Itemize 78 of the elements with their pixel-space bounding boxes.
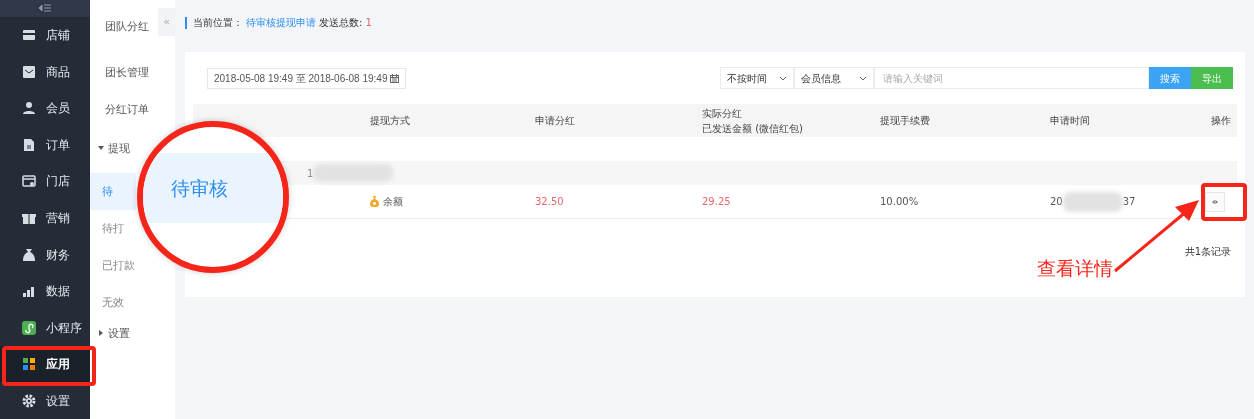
submenu-item[interactable]: 团长管理 (105, 62, 149, 82)
bar-chart-icon (22, 284, 36, 299)
table-cell-text: 32.50 (535, 195, 565, 209)
column-header: 申请分红 (535, 114, 576, 128)
select-value: 不按时间 (727, 71, 767, 86)
panel-title: 团队分红 (105, 19, 149, 34)
submenu-group-label: 提现 (108, 141, 130, 156)
sidebar-item[interactable]: 店铺 (0, 17, 90, 54)
table-cell-text: 10.00% (880, 195, 920, 209)
sidebar-item[interactable]: 财务 (0, 236, 90, 273)
sidebar-item[interactable]: 门店 (0, 163, 90, 200)
column-header: 提现手续费 (880, 114, 931, 128)
sidebar-label: 营销 (46, 210, 70, 227)
date-range-field[interactable]: 2018-05-08 19:49 至 2018-06-08 19:49 (207, 67, 407, 89)
chevron-down-icon (859, 75, 867, 81)
settings-icon (22, 393, 36, 408)
sidebar-label: 商品 (46, 63, 70, 81)
apps-icon (22, 357, 36, 372)
date-range-text: 2018-05-08 19:49 至 2018-06-08 19:49 (214, 71, 388, 86)
submenu-item[interactable]: 分红订单 (105, 99, 149, 119)
sidebar-item[interactable]: 设置 (0, 382, 90, 419)
send-count-label: 发送总数: (319, 17, 363, 29)
column-header: 实际分红 已发送金额 (微信红包) (702, 106, 804, 136)
gift-icon (22, 211, 36, 225)
eye-icon (1212, 198, 1218, 205)
record-count: 共1条记录 (1184, 245, 1231, 259)
table-cell-text: 余额 (383, 195, 403, 209)
sidebar-item[interactable]: 小程序 (0, 309, 90, 346)
mini-program-icon (22, 320, 36, 335)
column-header: 提现方式 (370, 114, 411, 128)
caret-down-icon (98, 145, 104, 151)
picture-icon (22, 64, 36, 79)
sidebar-item[interactable]: 营销 (0, 199, 90, 237)
highlight-frame (1201, 183, 1247, 221)
sidebar-label: 门店 (46, 173, 70, 191)
collapse-menu-icon[interactable] (39, 4, 51, 13)
sidebar-label: 设置 (46, 392, 70, 410)
sidebar-label: 数据 (46, 283, 70, 301)
sidebar-label: 财务 (46, 246, 70, 264)
breadcrumb-label: 当前位置： (193, 17, 243, 29)
document-icon (22, 137, 36, 152)
select-field[interactable]: 会员信息 (794, 67, 874, 89)
chevron-down-icon (779, 75, 787, 81)
keyword-field[interactable]: 请输入关键词 (874, 67, 1149, 89)
column-header: 申请时间 (1050, 114, 1091, 128)
sidebar-label: 订单 (46, 136, 70, 154)
table-cell-text: 29.25 (702, 195, 732, 209)
sidebar-item[interactable]: 数据 (0, 272, 90, 310)
group-label: 1 (307, 166, 314, 181)
submenu-group[interactable]: 提现 (98, 136, 130, 160)
submenu-group[interactable]: 设置 (98, 321, 130, 345)
money-bag-icon (370, 196, 379, 207)
user-icon (22, 101, 36, 116)
money-bag-icon (22, 247, 36, 262)
sidebar-label: 应用 (46, 356, 70, 374)
column-header: 操作 (1210, 114, 1232, 128)
sidebar-item[interactable]: 商品 (0, 53, 90, 91)
shop-icon (22, 174, 36, 189)
sidebar-label: 会员 (46, 100, 70, 118)
callout-label: 查看详情 (1037, 256, 1113, 281)
sidebar-label: 店铺 (46, 27, 70, 45)
select-field[interactable]: 不按时间 (720, 67, 794, 89)
magnified-menu-label: 待审核 (143, 153, 283, 223)
select-value: 会员信息 (801, 71, 841, 86)
submenu-item[interactable]: 无效 (90, 284, 136, 321)
sidebar-label: 小程序 (46, 319, 82, 337)
submenu-item[interactable]: 已打款 (90, 247, 136, 284)
calendar-icon (390, 73, 400, 83)
caret-right-icon (98, 330, 104, 336)
submenu-item[interactable]: 待打 (90, 210, 136, 247)
redacted-block (1062, 191, 1123, 212)
submenu-group-label: 设置 (108, 326, 130, 341)
sidebar-item[interactable]: 订单 (0, 126, 90, 164)
store-icon (22, 28, 36, 43)
table-cell-text: 20 (1050, 195, 1063, 209)
table-cell-text: 37 (1122, 195, 1136, 209)
send-count: 1 (365, 17, 372, 29)
sidebar-item[interactable]: 会员 (0, 90, 90, 127)
